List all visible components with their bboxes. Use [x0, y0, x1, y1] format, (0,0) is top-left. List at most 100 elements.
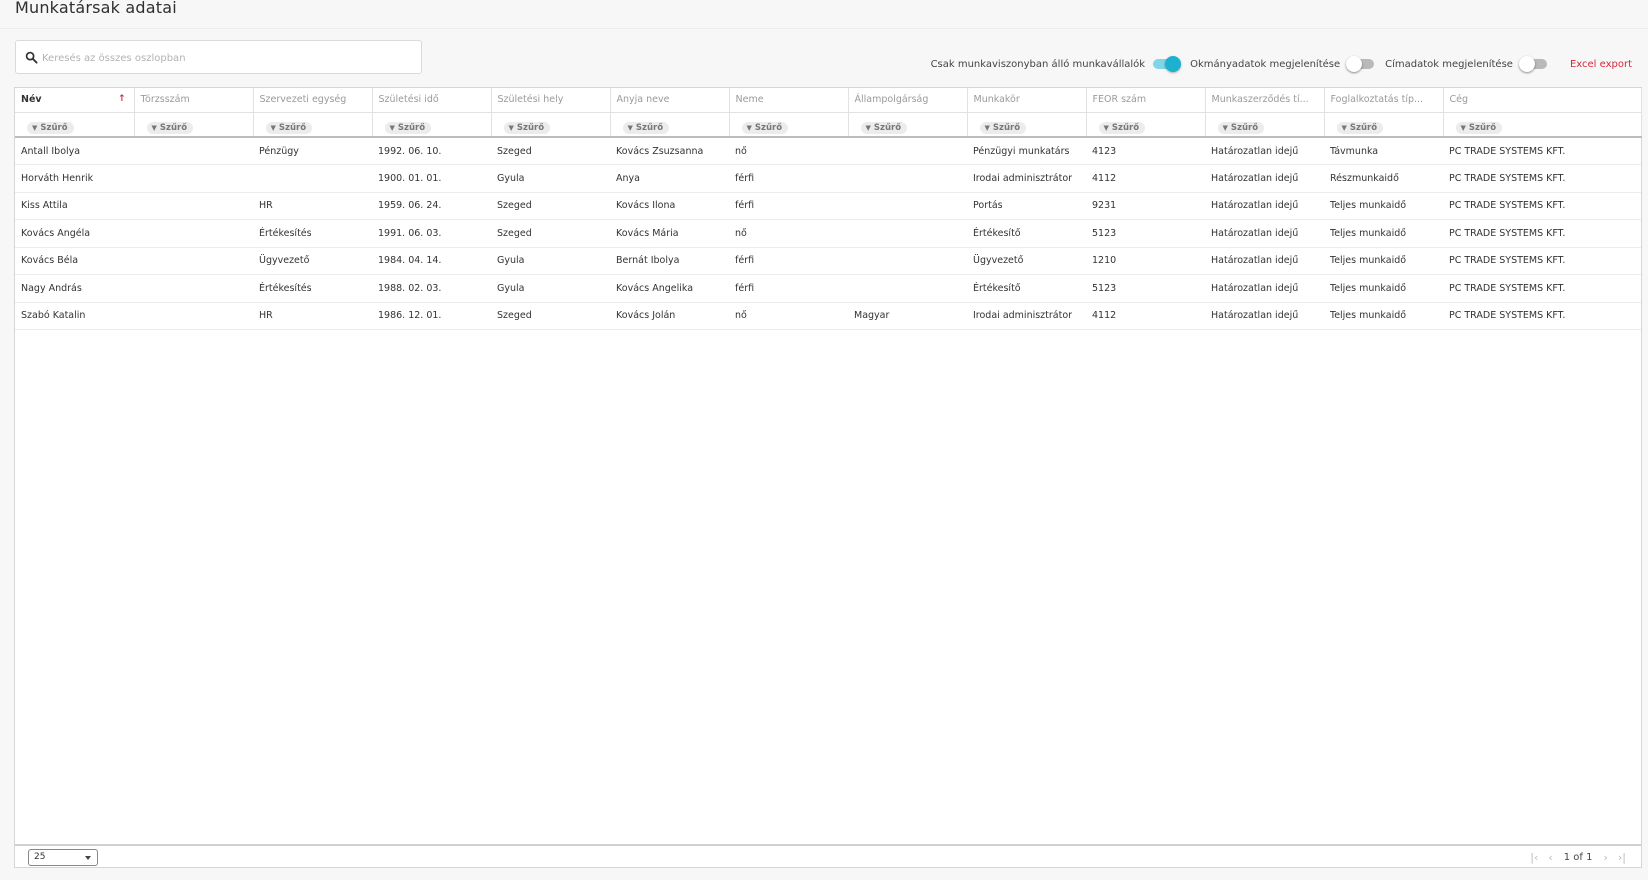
table-cell: PC TRADE SYSTEMS KFT.	[1443, 247, 1641, 275]
previous-page-icon[interactable]: ‹	[1548, 851, 1552, 864]
table-cell	[848, 137, 967, 165]
table-cell: Szabó Katalin	[15, 302, 134, 330]
table-cell: Teljes munkaidő	[1324, 192, 1443, 220]
last-page-icon[interactable]: ›|	[1618, 851, 1626, 864]
column-header-contract-type[interactable]: Munkaszerződés tí...	[1205, 88, 1325, 113]
table-cell: Teljes munkaidő	[1324, 302, 1443, 330]
excel-export-link[interactable]: Excel export	[1570, 59, 1632, 70]
search-input[interactable]	[42, 47, 412, 69]
next-page-icon[interactable]: ›	[1603, 851, 1607, 864]
table-cell: Pénzügyi munkatárs	[967, 137, 1086, 165]
filter-cell: ▼ Szűrő	[1205, 112, 1325, 138]
table-cell: nő	[729, 219, 848, 248]
table-row[interactable]: Nagy András Értékesítés 1988. 02. 03. Gyula…	[15, 274, 1641, 303]
column-header-birth-place[interactable]: Születési hely	[491, 88, 611, 113]
table-cell: HR	[253, 192, 372, 220]
table-cell: PC TRADE SYSTEMS KFT.	[1443, 137, 1641, 165]
filter-chip-label: Szűrő	[1230, 122, 1259, 133]
toggle-thumb[interactable]	[1518, 56, 1535, 72]
table-cell: Határozatlan idejű	[1205, 274, 1324, 303]
table-cell: Portás	[967, 192, 1086, 220]
filter-chip[interactable]: ▼ Szűrő	[622, 121, 670, 134]
table-row[interactable]: Kovács Angéla Értékesítés 1991. 06. 03. Sze…	[15, 219, 1641, 248]
filter-cell: ▼ Szűrő	[1324, 112, 1444, 138]
page-size-select[interactable]: 25	[28, 849, 98, 866]
filter-chip[interactable]: ▼ Szűrő	[265, 121, 313, 134]
table-cell: PC TRADE SYSTEMS KFT.	[1443, 274, 1641, 303]
filter-funnel-icon: ▼	[627, 123, 633, 132]
filter-chip-label: Szűrő	[873, 122, 902, 133]
toggle-thumb[interactable]	[1346, 56, 1363, 72]
column-header-company[interactable]: Cég	[1443, 88, 1642, 113]
table-cell	[134, 302, 253, 330]
filter-cell: ▼ Szűrő	[1086, 112, 1206, 138]
filter-cell: ▼ Szűrő	[491, 112, 611, 138]
toggle-thumb[interactable]	[1165, 56, 1182, 72]
filter-chip-label: Szűrő	[1111, 122, 1140, 133]
column-header-job-title[interactable]: Munkakör	[967, 88, 1087, 113]
filter-chip[interactable]: ▼ Szűrő	[503, 121, 551, 134]
table-cell: 4123	[1086, 137, 1205, 165]
table-row[interactable]: Antall Ibolya Pénzügy 1992. 06. 10. Szeged K…	[15, 137, 1641, 165]
filter-chip[interactable]: ▼ Szűrő	[1455, 121, 1503, 134]
filter-chip[interactable]: ▼ Szűrő	[1217, 121, 1265, 134]
filter-funnel-icon: ▼	[508, 123, 514, 132]
table-cell: 5123	[1086, 274, 1205, 303]
filter-chip[interactable]: ▼ Szűrő	[1098, 121, 1146, 134]
table-cell: férfi	[729, 192, 848, 220]
table-cell: Határozatlan idejű	[1205, 192, 1324, 220]
column-header-citizenship[interactable]: Állampolgárság	[848, 88, 968, 113]
filter-funnel-icon: ▼	[865, 123, 871, 132]
filter-chip[interactable]: ▼ Szűrő	[860, 121, 908, 134]
filter-chip[interactable]: ▼ Szűrő	[146, 121, 194, 134]
table-cell: 5123	[1086, 219, 1205, 248]
column-header-org-unit[interactable]: Szervezeti egység	[253, 88, 373, 113]
active-employees-toggle[interactable]	[1151, 56, 1182, 72]
first-page-icon[interactable]: |‹	[1530, 851, 1538, 864]
top-bar: Munkatársak adatai	[0, 0, 1648, 29]
filter-chip-label: Szűrő	[40, 122, 68, 133]
column-header-registry-number[interactable]: Törzsszám	[134, 88, 254, 113]
table-cell: Kiss Attila	[15, 192, 134, 220]
table-cell: 1210	[1086, 247, 1205, 275]
filter-chip[interactable]: ▼ Szűrő	[1336, 121, 1384, 134]
table-row[interactable]: Szabó Katalin HR 1986. 12. 01. Szeged Kovács…	[15, 302, 1641, 330]
table-cell	[848, 247, 967, 275]
table-cell: Ügyvezető	[253, 247, 372, 275]
search-icon	[25, 51, 38, 64]
filter-chip[interactable]: ▼ Szűrő	[741, 121, 789, 134]
table-cell: Gyula	[491, 274, 610, 303]
filter-chip-label: Szűrő	[397, 122, 426, 133]
filter-chip[interactable]: ▼ Szűrő	[979, 121, 1027, 134]
pagination: |‹ ‹ 1 of 1 › ›|	[1525, 849, 1631, 866]
column-header-mother-name[interactable]: Anyja neve	[610, 88, 730, 113]
table-row[interactable]: Horváth Henrik 1900. 01. 01. Gyula Anya férf…	[15, 164, 1641, 193]
address-data-toggle[interactable]	[1518, 56, 1549, 72]
filter-chip[interactable]: ▼ Szűrő	[384, 121, 432, 134]
column-header-name[interactable]: Név ↑	[15, 88, 135, 113]
filter-chip-label: Szűrő	[635, 122, 664, 133]
column-header-birth-date[interactable]: Születési idő	[372, 88, 492, 113]
table-cell: Kovács Mária	[610, 219, 729, 248]
table-cell: Értékesítés	[253, 219, 372, 248]
filter-cell: ▼ Szűrő	[1443, 112, 1642, 138]
page-title: Munkatársak adatai	[15, 0, 177, 17]
filter-chip[interactable]: ▼ Szűrő	[27, 121, 74, 134]
table-cell: PC TRADE SYSTEMS KFT.	[1443, 192, 1641, 220]
search-box[interactable]	[15, 40, 422, 74]
sort-ascending-icon: ↑	[117, 94, 126, 104]
table-cell: 4112	[1086, 302, 1205, 330]
table-cell	[134, 137, 253, 165]
document-data-toggle[interactable]	[1346, 56, 1376, 72]
table-cell: Kovács Ilona	[610, 192, 729, 220]
column-header-feor-number[interactable]: FEOR szám	[1086, 88, 1206, 113]
table-row[interactable]: Kiss Attila HR 1959. 06. 24. Szeged Kovács I…	[15, 192, 1641, 220]
table-row[interactable]: Kovács Béla Ügyvezető 1984. 04. 14. Gyula Be…	[15, 247, 1641, 275]
table-cell	[848, 164, 967, 193]
column-header-gender[interactable]: Neme	[729, 88, 849, 113]
table-cell: Pénzügy	[253, 137, 372, 165]
document-data-toggle-label: Okmányadatok megjelenítése	[1190, 58, 1341, 70]
column-header-employment-type[interactable]: Foglalkoztatás típ...	[1324, 88, 1444, 113]
table-footer: 25 |‹ ‹ 1 of 1 › ›|	[15, 844, 1641, 867]
toggle-bar: Csak munkaviszonyban álló munkavállalók …	[931, 54, 1632, 74]
